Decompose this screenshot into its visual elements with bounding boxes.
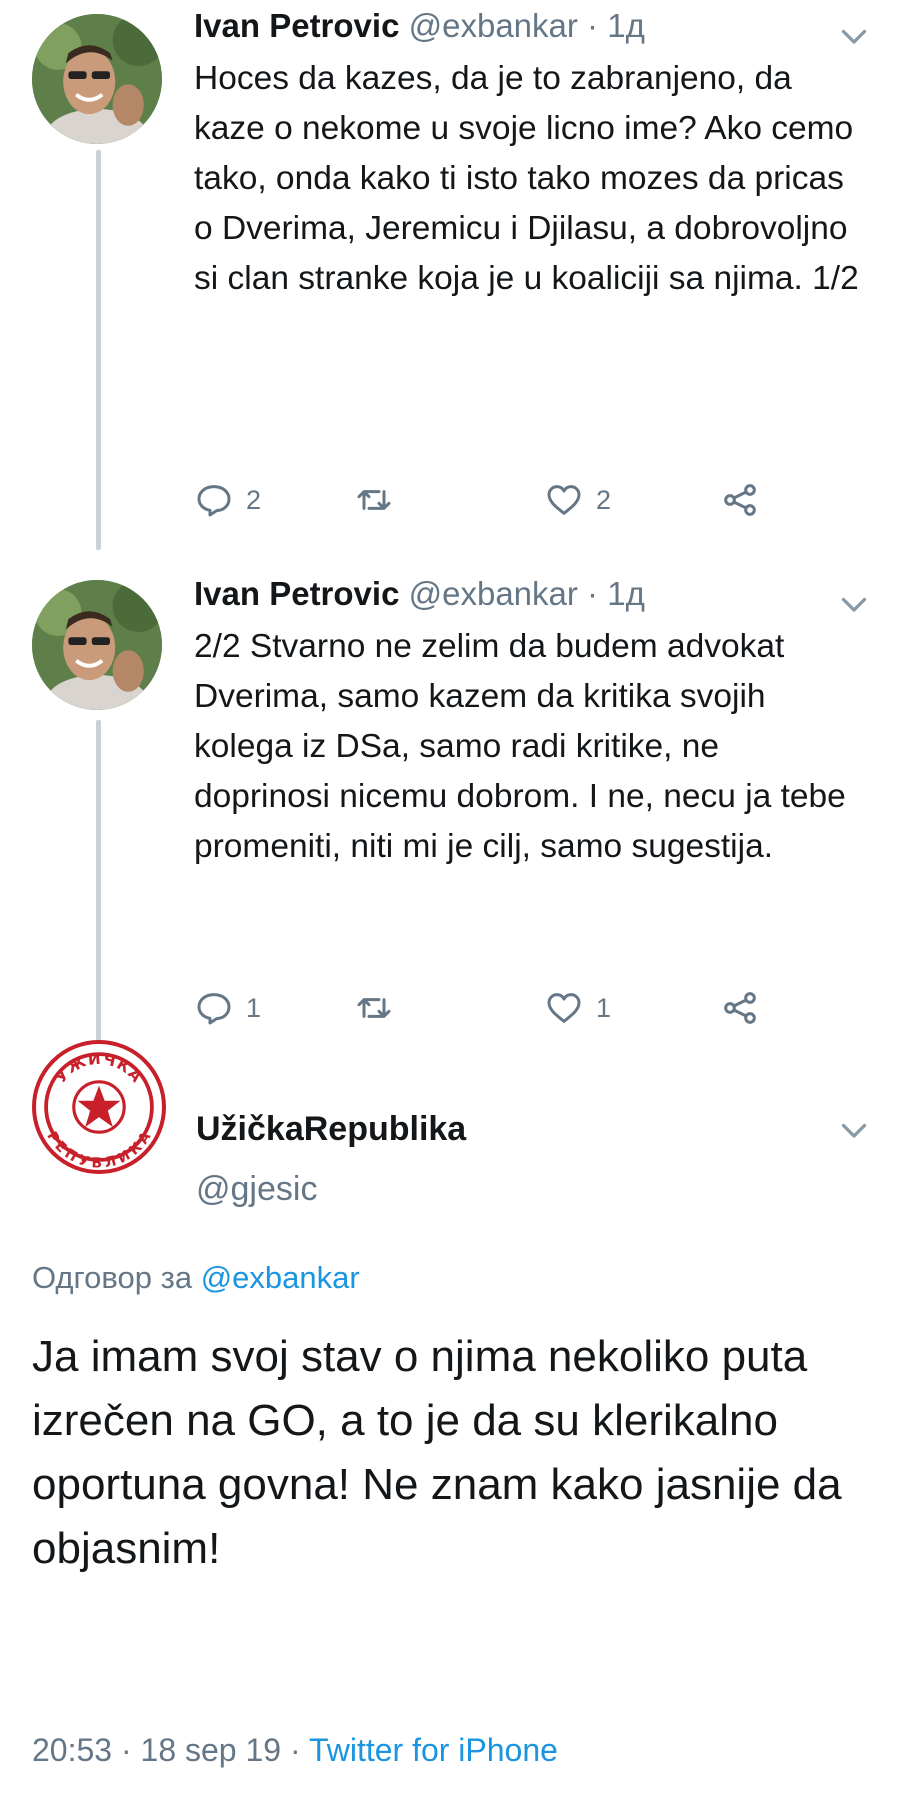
share-icon	[724, 484, 756, 516]
chevron-down-icon[interactable]	[836, 18, 872, 54]
tweet-text: Hoces da kazes, da je to zabranjeno, da …	[194, 60, 859, 297]
reply-target-link[interactable]: @exbankar	[201, 1260, 360, 1295]
author-handle[interactable]: @exbankar	[409, 7, 578, 44]
author-name[interactable]: UžičkaRepublika	[196, 1110, 466, 1149]
avatar[interactable]: УЖИЧКА РЕПУБЛИКА	[32, 1040, 166, 1174]
heart-icon	[547, 485, 581, 515]
author-handle[interactable]: @gjesic	[196, 1170, 317, 1209]
tweet-time[interactable]: 1д	[607, 7, 645, 44]
reply-button[interactable]: 1	[194, 986, 261, 1030]
main-tweet-text: Ja imam svoj stav o njima nekoliko puta …	[32, 1332, 842, 1573]
share-button[interactable]	[720, 986, 760, 1030]
like-count: 1	[596, 992, 612, 1023]
like-button[interactable]: 2	[544, 478, 611, 522]
tweet-actions: 2 2	[194, 478, 774, 522]
retweet-button[interactable]	[354, 478, 394, 522]
reply-context: Одговор за @exbankar	[32, 1260, 360, 1296]
reply-icon	[197, 485, 231, 517]
thread-tweet-2[interactable]: Ivan Petrovic @exbankar · 1д 2/2 Stvarno…	[0, 570, 900, 1050]
tweet-time[interactable]: 1д	[607, 575, 645, 612]
separator-dot: ·	[587, 575, 599, 612]
like-button[interactable]: 1	[544, 986, 611, 1030]
thread-tweet-1[interactable]: Ivan Petrovic @exbankar · 1д Hoces da ka…	[0, 0, 900, 560]
author-name[interactable]: Ivan Petrovic	[194, 575, 399, 612]
tweet-source-link[interactable]: Twitter for iPhone	[309, 1732, 558, 1768]
reply-count: 2	[246, 484, 262, 515]
retweet-icon	[357, 998, 391, 1018]
retweet-icon	[357, 490, 391, 510]
avatar[interactable]	[32, 14, 162, 144]
retweet-button[interactable]	[354, 986, 394, 1030]
chevron-down-icon[interactable]	[836, 586, 872, 622]
author-handle[interactable]: @exbankar	[409, 575, 578, 612]
tweet-timestamp: 20:53 · 18 sep 19 ·	[32, 1732, 309, 1768]
reply-icon	[197, 993, 231, 1025]
tweet-actions: 1 1	[194, 986, 774, 1030]
reply-button[interactable]: 2	[194, 478, 261, 522]
reply-prefix: Одговор за	[32, 1260, 193, 1295]
author-name[interactable]: Ivan Petrovic	[194, 7, 399, 44]
avatar-photo	[32, 580, 162, 710]
heart-icon	[547, 993, 581, 1023]
separator-dot: ·	[587, 7, 599, 44]
share-button[interactable]	[720, 478, 760, 522]
tweet-header: Ivan Petrovic @exbankar · 1д	[194, 574, 645, 614]
tweet-header: Ivan Petrovic @exbankar · 1д	[194, 6, 645, 46]
avatar[interactable]	[32, 580, 162, 710]
reply-count: 1	[246, 992, 262, 1023]
tweet-meta: 20:53 · 18 sep 19 · Twitter for iPhone	[32, 1732, 558, 1769]
tweet-text: 2/2 Stvarno ne zelim da budem advokat Dv…	[194, 628, 846, 865]
avatar-photo	[32, 14, 162, 144]
share-icon	[724, 992, 756, 1024]
star-logo-icon: УЖИЧКА РЕПУБЛИКА	[39, 1047, 159, 1170]
chevron-down-icon[interactable]	[836, 1112, 872, 1148]
like-count: 2	[596, 484, 612, 515]
